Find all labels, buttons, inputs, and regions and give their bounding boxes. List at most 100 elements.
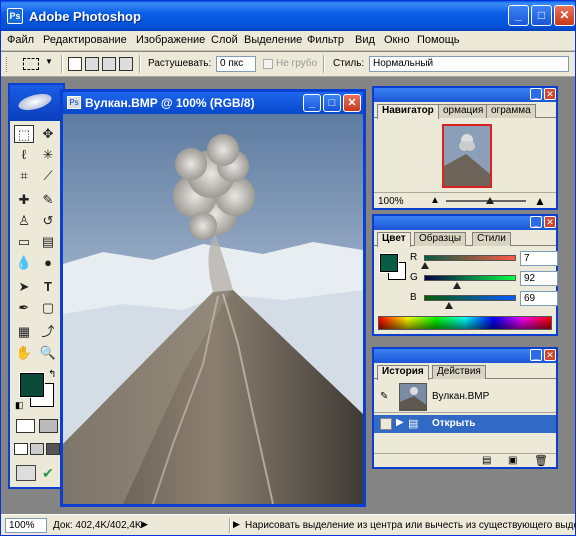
default-colors-icon[interactable]: ◧ xyxy=(15,400,24,411)
close-button[interactable]: ✕ xyxy=(554,5,575,26)
tab-swatches[interactable]: Образцы xyxy=(414,232,467,246)
green-slider-thumb[interactable] xyxy=(453,282,461,289)
navigator-thumbnail[interactable] xyxy=(442,124,492,188)
image-canvas[interactable] xyxy=(63,114,363,504)
palette-header[interactable]: _ ✕ xyxy=(374,216,556,230)
palette-header[interactable]: _ ✕ xyxy=(374,349,556,363)
menu-file[interactable]: Файл xyxy=(7,34,34,46)
red-input[interactable]: 7 xyxy=(520,251,558,266)
history-brush-source-icon[interactable]: ✎ xyxy=(380,391,388,402)
zoom-out-icon[interactable]: ▲ xyxy=(430,195,440,206)
foreground-color-swatch[interactable] xyxy=(19,372,45,398)
palette-header[interactable]: _ ✕ xyxy=(374,88,556,102)
history-snapshot-row[interactable]: ✎ Вулкан.BMP xyxy=(374,381,556,413)
tab-color[interactable]: Цвет xyxy=(377,232,411,247)
quick-mask-mode-icon[interactable] xyxy=(39,419,58,433)
palette-minimize-button[interactable]: _ xyxy=(530,349,542,361)
blue-input[interactable]: 69 xyxy=(520,291,558,306)
path-selection-tool-icon[interactable]: ➤ xyxy=(14,278,34,296)
history-step-row[interactable]: ▶ ▤ Открыть xyxy=(374,415,556,433)
menu-view[interactable]: Вид xyxy=(355,34,375,46)
standard-mode-icon[interactable] xyxy=(16,419,35,433)
green-slider[interactable] xyxy=(424,275,516,281)
intersect-selection-icon[interactable] xyxy=(119,57,133,71)
full-screen-menu-mode-icon[interactable] xyxy=(30,443,44,455)
clone-stamp-tool-icon[interactable]: ♙ xyxy=(14,212,34,230)
antialias-checkbox[interactable] xyxy=(263,59,273,69)
zoom-in-icon[interactable]: ▲ xyxy=(534,194,546,208)
minimize-button[interactable]: _ xyxy=(508,5,529,26)
palette-close-button[interactable]: ✕ xyxy=(544,216,556,228)
move-tool-icon[interactable]: ✥ xyxy=(38,125,58,143)
notes-tool-icon[interactable]: ▦ xyxy=(14,323,34,341)
color-spectrum-bar[interactable] xyxy=(378,316,552,330)
gradient-tool-icon[interactable]: ▤ xyxy=(38,233,58,251)
menu-layer[interactable]: Слой xyxy=(211,34,238,46)
brush-tool-icon[interactable]: ✎ xyxy=(38,191,58,209)
tab-history[interactable]: История xyxy=(377,365,429,380)
red-slider[interactable] xyxy=(424,255,516,261)
menu-filter[interactable]: Фильтр xyxy=(307,34,344,46)
trash-icon[interactable]: 🗑 xyxy=(534,454,548,467)
eyedropper-tool-icon[interactable]: ⤴ xyxy=(38,323,58,341)
tab-navigator[interactable]: Навигатор xyxy=(377,104,439,119)
full-screen-mode-icon[interactable] xyxy=(46,443,60,455)
menu-image[interactable]: Изображение xyxy=(136,34,205,46)
blue-slider-thumb[interactable] xyxy=(445,302,453,309)
menu-window[interactable]: Окно xyxy=(384,34,410,46)
red-slider-thumb[interactable] xyxy=(421,262,429,269)
subtract-selection-icon[interactable] xyxy=(102,57,116,71)
tab-info[interactable]: ормация xyxy=(438,104,489,118)
palette-close-button[interactable]: ✕ xyxy=(544,88,556,100)
menu-help[interactable]: Помощь xyxy=(417,34,460,46)
zoom-slider-thumb[interactable] xyxy=(486,197,494,204)
green-input[interactable]: 92 xyxy=(520,271,558,286)
palette-minimize-button[interactable]: _ xyxy=(530,216,542,228)
new-document-from-state-icon[interactable]: ▤ xyxy=(482,455,491,466)
dodge-tool-icon[interactable]: ● xyxy=(38,254,58,272)
pen-tool-icon[interactable]: ✒ xyxy=(14,299,34,317)
tab-actions[interactable]: Действия xyxy=(432,365,486,379)
palette-close-button[interactable]: ✕ xyxy=(544,349,556,361)
jump-to-imageready-icon[interactable] xyxy=(16,465,36,481)
checkmark-icon[interactable]: ✔ xyxy=(42,465,54,482)
hand-tool-icon[interactable]: ✋ xyxy=(14,344,34,362)
menu-select[interactable]: Выделение xyxy=(244,34,302,46)
swap-colors-icon[interactable]: ↰ xyxy=(48,369,56,380)
status-zoom-field[interactable]: 100% xyxy=(5,518,47,533)
new-snapshot-icon[interactable]: ▣ xyxy=(508,455,517,466)
zoom-tool-icon[interactable]: 🔍 xyxy=(38,344,58,362)
tab-styles[interactable]: Стили xyxy=(472,232,511,246)
marquee-tool-icon[interactable]: ⬚ xyxy=(14,125,34,143)
healing-brush-tool-icon[interactable]: ✚ xyxy=(14,191,34,209)
menu-edit[interactable]: Редактирование xyxy=(43,34,127,46)
new-selection-icon[interactable] xyxy=(68,57,82,71)
lasso-tool-icon[interactable]: ℓ xyxy=(14,146,34,164)
document-title-bar[interactable]: Ps Вулкан.BMP @ 100% (RGB/8) _ □ ✕ xyxy=(63,92,363,114)
tab-histogram[interactable]: ограмма xyxy=(486,104,536,118)
color-fg-swatch[interactable] xyxy=(379,253,399,273)
doc-maximize-button[interactable]: □ xyxy=(323,94,341,112)
status-menu-arrow-icon[interactable]: ▶ xyxy=(141,519,148,530)
title-bar[interactable]: Ps Adobe Photoshop _ □ ✕ xyxy=(1,1,575,31)
slice-tool-icon[interactable]: ⟋ xyxy=(38,167,58,185)
history-state-checkbox[interactable] xyxy=(380,418,392,430)
magic-wand-tool-icon[interactable]: ✳ xyxy=(38,146,58,164)
blur-tool-icon[interactable]: 💧 xyxy=(14,254,34,272)
marquee-tool-preset-icon[interactable] xyxy=(23,58,39,70)
blue-slider[interactable] xyxy=(424,295,516,301)
rectangle-tool-icon[interactable]: ▢ xyxy=(38,299,58,317)
crop-tool-icon[interactable]: ⌗ xyxy=(14,167,34,185)
palette-minimize-button[interactable]: _ xyxy=(530,88,542,100)
standard-screen-mode-icon[interactable] xyxy=(14,443,28,455)
add-selection-icon[interactable] xyxy=(85,57,99,71)
type-tool-icon[interactable]: T xyxy=(38,278,58,296)
maximize-button[interactable]: □ xyxy=(531,5,552,26)
feather-input[interactable]: 0 пкс xyxy=(216,56,256,72)
doc-close-button[interactable]: ✕ xyxy=(343,94,361,112)
style-select[interactable]: Нормальный xyxy=(369,56,569,72)
navigator-zoom[interactable]: 100% xyxy=(378,196,404,207)
doc-minimize-button[interactable]: _ xyxy=(303,94,321,112)
eraser-tool-icon[interactable]: ▭ xyxy=(14,233,34,251)
history-brush-tool-icon[interactable]: ↺ xyxy=(38,212,58,230)
